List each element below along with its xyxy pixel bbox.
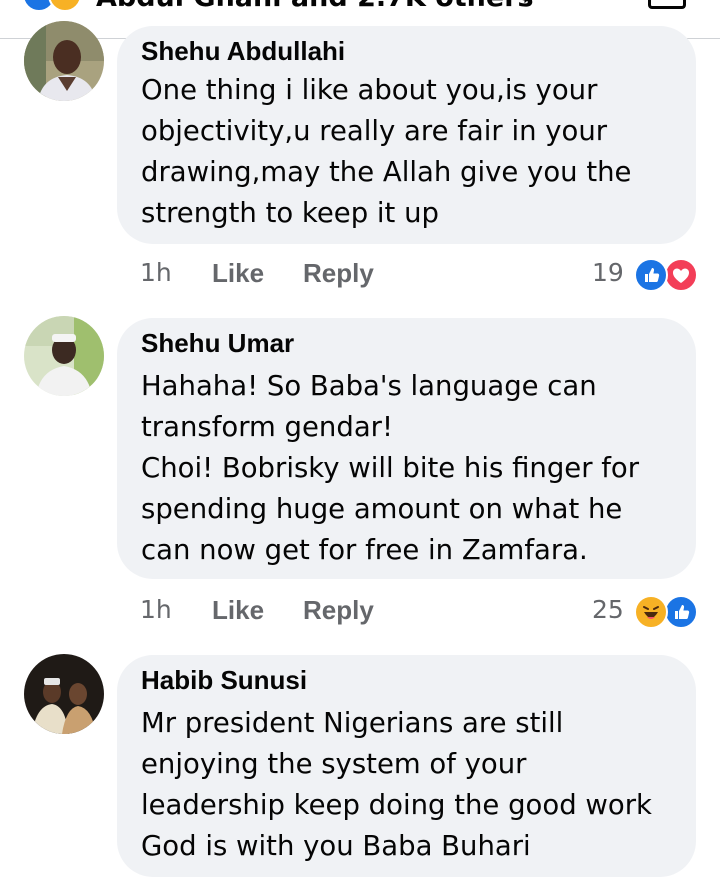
comment-author[interactable]: Shehu Abdullahi: [141, 36, 345, 67]
avatar[interactable]: [24, 21, 104, 101]
share-icon[interactable]: [648, 0, 686, 9]
comment-text-line: strength to keep it up: [141, 197, 439, 229]
haha-icon: [48, 0, 82, 12]
comment-author[interactable]: Habib Sunusi: [141, 665, 307, 696]
comment-actions: 1h Like Reply 25: [0, 595, 720, 635]
comment-bubble: Habib Sunusi Mr president Nigerians are …: [117, 655, 696, 877]
haha-icon: [634, 595, 668, 629]
reaction-count[interactable]: 19: [592, 258, 624, 287]
reactors-summary[interactable]: Abdul Ghani and 2.7K others: [96, 0, 534, 13]
comment-bubble: Shehu Abdullahi One thing i like about y…: [117, 26, 696, 244]
like-button[interactable]: Like: [212, 595, 264, 626]
comment-timestamp[interactable]: 1h: [140, 595, 172, 624]
chevron-right-icon: ›: [522, 0, 532, 12]
like-icon: [634, 258, 668, 292]
comment-timestamp[interactable]: 1h: [140, 258, 172, 287]
reaction-count[interactable]: 25: [592, 595, 624, 624]
avatar[interactable]: [24, 654, 104, 734]
avatar[interactable]: [24, 316, 104, 396]
comment-text-line: Hahaha! So Baba's language can: [141, 370, 597, 402]
comment-text-line: leadership keep doing the good work: [141, 789, 652, 821]
comment-text-line: drawing,may the Allah give you the: [141, 156, 632, 188]
reply-button[interactable]: Reply: [303, 595, 374, 626]
comment-text-line: enjoying the system of your: [141, 748, 527, 780]
like-icon: [664, 595, 698, 629]
comment-text-line: One thing i like about you,is your: [141, 74, 598, 106]
comment-actions: 1h Like Reply 19: [0, 258, 720, 298]
like-button[interactable]: Like: [212, 258, 264, 289]
reply-button[interactable]: Reply: [303, 258, 374, 289]
comment-author[interactable]: Shehu Umar: [141, 328, 294, 359]
comment-text-line: transform gendar!: [141, 411, 393, 443]
love-icon: [664, 258, 698, 292]
comment-text-line: spending huge amount on what he: [141, 493, 623, 525]
comment-bubble: Shehu Umar Hahaha! So Baba's language ca…: [117, 318, 696, 579]
comment-text-line: Choi! Bobrisky will bite his finger for: [141, 452, 640, 484]
comment-text-line: can now get for free in Zamfara.: [141, 534, 588, 566]
comment-text-line: God is with you Baba Buhari: [141, 830, 531, 862]
comment-text-line: Mr president Nigerians are still: [141, 707, 564, 739]
comment-text-line: objectivity,u really are fair in your: [141, 115, 608, 147]
